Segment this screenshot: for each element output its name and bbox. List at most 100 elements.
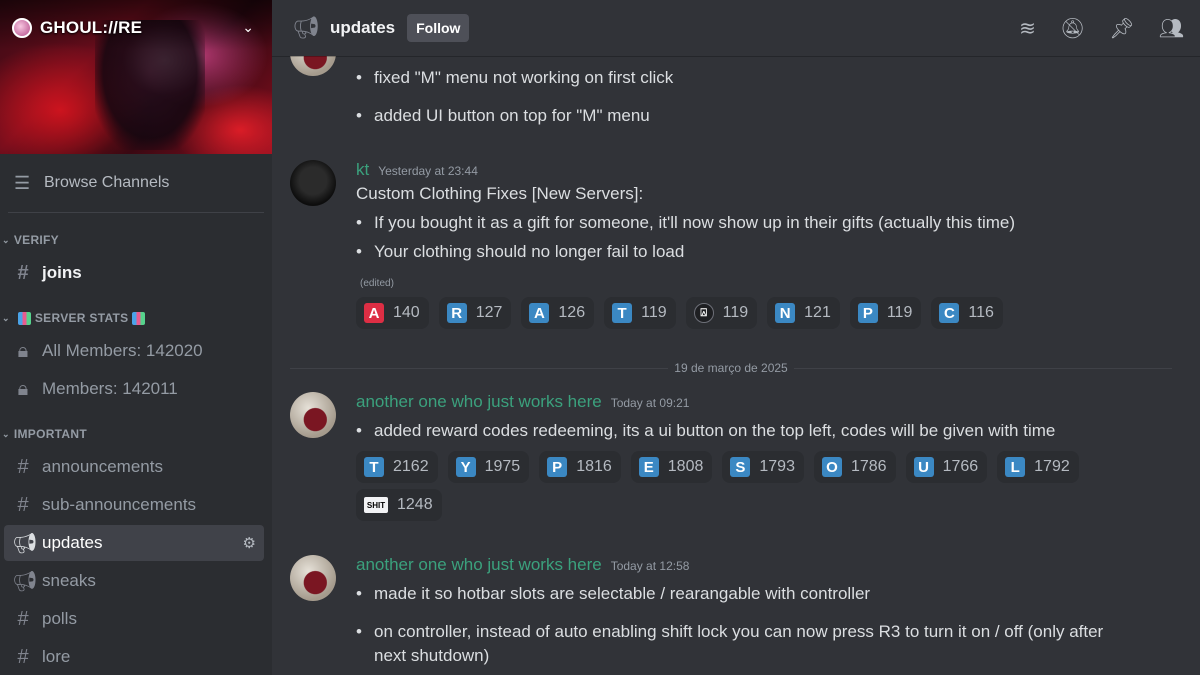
reaction[interactable]: C 116 — [931, 297, 1003, 329]
letter-e-emoji-icon: E — [638, 457, 659, 477]
header-toolbar: ≋ 🔕︎ 📌︎ 👥︎ — [1019, 16, 1184, 40]
channel-all-members[interactable]: 🔒︎ All Members: 142020 — [4, 333, 264, 369]
reaction-count: 119 — [886, 304, 913, 321]
add-member-icon[interactable]: ⚙︎ — [243, 534, 256, 552]
reaction[interactable]: T 119 — [604, 297, 676, 329]
reaction[interactable]: O 1786 — [813, 451, 896, 483]
list-item: on controller, instead of auto enabling … — [356, 620, 1116, 668]
custom-emoji-icon: ⍓ — [693, 303, 714, 323]
reaction-count: 1792 — [1034, 458, 1070, 475]
channel-label: sub-announcements — [42, 495, 197, 514]
list-item: added UI button on top for "M" menu — [356, 104, 1180, 128]
caret-down-icon: ⌄ — [2, 312, 10, 323]
reaction[interactable]: P 1816 — [539, 451, 621, 483]
message-author[interactable]: kt — [356, 160, 369, 180]
channel-label: All Members: 142020 — [42, 341, 203, 360]
avatar[interactable] — [290, 160, 336, 206]
reaction-count: 140 — [393, 304, 420, 321]
channel-updates[interactable]: 📢︎ updates ⚙︎ — [4, 525, 264, 561]
follow-button[interactable]: Follow — [407, 14, 470, 42]
channel-announcements[interactable]: # announcements — [4, 449, 264, 485]
channel-label: announcements — [42, 457, 163, 476]
hashtag-icon: # — [17, 455, 29, 478]
reaction[interactable]: N 121 — [767, 297, 840, 329]
reaction-count: 121 — [804, 304, 831, 321]
reaction[interactable]: Y 1975 — [447, 451, 530, 483]
letter-a-emoji-icon: A — [529, 303, 550, 323]
message-timestamp: Today at 09:21 — [610, 396, 690, 410]
message: another one who just works here Today at… — [290, 392, 1180, 521]
reaction[interactable]: A 126 — [521, 297, 595, 329]
channel-label: polls — [42, 609, 77, 628]
channel-polls[interactable]: # polls — [4, 601, 264, 637]
megaphone-icon: 📢︎ — [292, 15, 320, 41]
channel-sneaks[interactable]: 📢︎ sneaks — [4, 563, 264, 599]
date-divider: 19 de março de 2025 — [290, 360, 1173, 376]
threads-icon[interactable]: ≋ — [1019, 16, 1036, 40]
members-icon[interactable]: 👥︎ — [1159, 16, 1184, 40]
category-verify[interactable]: ⌄ VERIFY — [0, 213, 272, 253]
channel-members[interactable]: 🔒︎ Members: 142011 — [4, 371, 264, 407]
chevron-down-icon[interactable]: ⌄ — [242, 20, 254, 36]
list-item: If you bought it as a gift for someone, … — [356, 211, 1180, 235]
reaction[interactable]: T 2162 — [356, 451, 438, 483]
server-name: GHOUL://RE — [40, 18, 143, 37]
reaction-count: 1766 — [942, 458, 979, 475]
reaction-count: 119 — [722, 304, 749, 321]
message-author[interactable]: another one who just works here — [356, 392, 602, 412]
channel-sub-announcements[interactable]: # sub-announcements — [4, 487, 264, 523]
chat-area: 📢︎ updates Follow ≋ 🔕︎ 📌︎ 👥︎ fixed "M" m… — [272, 0, 1200, 675]
date-divider-label: 19 de março de 2025 — [674, 361, 788, 375]
reaction[interactable]: A 140 — [356, 297, 429, 329]
server-header[interactable]: GHOUL://RE ⌄ — [0, 0, 272, 56]
list-item: fixed "M" menu not working on first clic… — [356, 66, 1180, 90]
letter-r-emoji-icon: R — [446, 303, 467, 323]
message: fixed "M" menu not working on first clic… — [290, 56, 1180, 128]
category-server-stats[interactable]: ⌄ SERVER STATS — [0, 291, 272, 331]
category-important[interactable]: ⌄ IMPORTANT — [0, 407, 272, 447]
reaction[interactable]: E 1808 — [630, 451, 713, 483]
message-bullets: added reward codes redeeming, its a ui b… — [356, 419, 1180, 443]
channel-label: sneaks — [42, 571, 96, 590]
letter-c-emoji-icon: C — [939, 303, 960, 323]
caret-down-icon: ⌄ — [2, 428, 10, 439]
letter-o-emoji-icon: O — [821, 457, 842, 477]
server-icon — [12, 18, 32, 38]
lock-icon: 🔒︎ — [17, 377, 29, 400]
notification-mute-icon[interactable]: 🔕︎ — [1060, 16, 1085, 40]
avatar[interactable] — [290, 392, 336, 438]
avatar[interactable] — [290, 56, 336, 76]
reaction-count: 1786 — [850, 458, 887, 475]
pin-icon[interactable]: 📌︎ — [1109, 16, 1134, 40]
reaction-count: 1816 — [576, 458, 612, 475]
reaction-count: 119 — [641, 304, 667, 321]
channel-lore[interactable]: # lore — [4, 639, 264, 675]
letter-n-emoji-icon: N — [775, 303, 796, 323]
reaction-count: 1808 — [667, 458, 704, 475]
reaction[interactable]: S 1793 — [722, 451, 804, 483]
message-timestamp: Today at 12:58 — [610, 559, 690, 573]
reaction[interactable]: U 1766 — [905, 451, 988, 483]
letter-t-emoji-icon: T — [612, 303, 633, 323]
reaction[interactable]: P 119 — [849, 297, 922, 329]
reaction[interactable]: L 1792 — [997, 451, 1079, 483]
letter-p-emoji-icon: P — [547, 457, 568, 477]
browse-channels-button[interactable]: ☰ Browse Channels — [8, 164, 264, 202]
list-item: made it so hotbar slots are selectable /… — [356, 582, 1116, 606]
channel-title: updates — [329, 18, 396, 37]
letter-s-emoji-icon: S — [730, 457, 751, 477]
letter-u-emoji-icon: U — [913, 457, 934, 477]
message-author[interactable]: another one who just works here — [356, 555, 602, 575]
reaction[interactable]: ⍓ 119 — [685, 297, 758, 329]
channel-joins[interactable]: # joins — [4, 255, 264, 291]
reaction-count: 127 — [475, 304, 503, 321]
reaction-count: 1248 — [397, 496, 433, 513]
reaction[interactable]: SHIT 1248 — [356, 489, 442, 521]
message-text: Custom Clothing Fixes [New Servers]: — [356, 184, 644, 203]
browse-channels-label: Browse Channels — [44, 174, 170, 191]
avatar[interactable] — [290, 555, 336, 601]
reaction[interactable]: R 127 — [438, 297, 512, 329]
caret-down-icon: ⌄ — [2, 234, 10, 245]
reaction-count: 1793 — [759, 458, 795, 475]
channel-label: lore — [42, 647, 71, 666]
